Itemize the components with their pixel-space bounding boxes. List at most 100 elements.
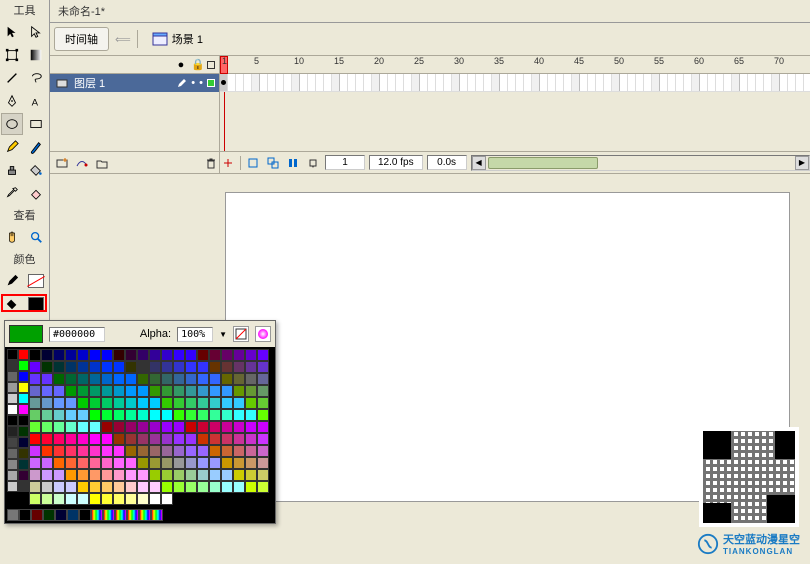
lock-icon[interactable]: 🔒 [191, 58, 203, 71]
swatch[interactable] [101, 397, 113, 409]
swatch[interactable] [221, 481, 233, 493]
swatch[interactable] [173, 373, 185, 385]
swatch[interactable] [185, 421, 197, 433]
swatch[interactable] [161, 373, 173, 385]
swatch[interactable] [197, 349, 209, 361]
swatch[interactable] [137, 421, 149, 433]
swatch[interactable] [7, 393, 18, 404]
swatch[interactable] [53, 445, 65, 457]
swatch[interactable] [245, 445, 257, 457]
frame-cell[interactable] [404, 74, 412, 91]
swatch[interactable] [161, 397, 173, 409]
delete-layer-btn[interactable] [203, 155, 219, 171]
frame-cell[interactable] [484, 74, 492, 91]
swatch[interactable] [65, 445, 77, 457]
frame-cell[interactable] [788, 74, 796, 91]
swatch[interactable] [53, 349, 65, 361]
swatch[interactable] [7, 426, 18, 437]
swatch[interactable] [77, 361, 89, 373]
alpha-input[interactable] [177, 327, 213, 342]
custom-swatch[interactable] [139, 509, 151, 521]
swatch[interactable] [18, 459, 29, 470]
frame-cell[interactable] [356, 74, 364, 91]
timeline-button[interactable]: 时间轴 [54, 27, 109, 51]
swatch[interactable] [89, 433, 101, 445]
swatch[interactable] [185, 361, 197, 373]
subselection-tool[interactable] [25, 21, 47, 43]
swatch[interactable] [185, 385, 197, 397]
swatch[interactable] [149, 445, 161, 457]
swatch[interactable] [125, 349, 137, 361]
frame-cell[interactable] [588, 74, 596, 91]
swatch[interactable] [257, 361, 269, 373]
onion-skin-outline-btn[interactable] [265, 155, 281, 171]
frame-cell[interactable] [700, 74, 708, 91]
swatch[interactable] [137, 349, 149, 361]
custom-swatch[interactable] [127, 509, 139, 521]
swatch[interactable] [185, 433, 197, 445]
swatch[interactable] [101, 457, 113, 469]
frame-cell[interactable] [252, 74, 260, 91]
swatch[interactable] [197, 385, 209, 397]
swatch[interactable] [257, 397, 269, 409]
swatch[interactable] [18, 470, 29, 481]
frame-cell[interactable] [324, 74, 332, 91]
swatch[interactable] [209, 433, 221, 445]
frame-cell[interactable] [636, 74, 644, 91]
swatch[interactable] [53, 421, 65, 433]
swatch[interactable] [41, 409, 53, 421]
swatch[interactable] [221, 421, 233, 433]
swatch[interactable] [113, 361, 125, 373]
swatch[interactable] [173, 445, 185, 457]
swatch[interactable] [197, 373, 209, 385]
swatch[interactable] [18, 426, 29, 437]
swatch[interactable] [101, 445, 113, 457]
custom-swatch[interactable] [7, 509, 19, 521]
swatch[interactable] [77, 445, 89, 457]
swatch[interactable] [7, 459, 18, 470]
swatch[interactable] [161, 361, 173, 373]
frame-cell[interactable] [508, 74, 516, 91]
swatch[interactable] [7, 448, 18, 459]
fill-color-tool[interactable] [1, 293, 23, 315]
swatch[interactable] [137, 409, 149, 421]
swatch[interactable] [161, 409, 173, 421]
swatch[interactable] [29, 481, 41, 493]
swatch[interactable] [65, 481, 77, 493]
swatch[interactable] [113, 409, 125, 421]
frame-cell[interactable] [564, 74, 572, 91]
swatch[interactable] [41, 373, 53, 385]
frame-cell[interactable] [236, 74, 244, 91]
frame-cell[interactable] [668, 74, 676, 91]
swatch[interactable] [221, 397, 233, 409]
swatch[interactable] [209, 469, 221, 481]
frame-cell[interactable] [716, 74, 724, 91]
frame-cell[interactable] [676, 74, 684, 91]
swatch[interactable] [149, 481, 161, 493]
frame-cell[interactable] [596, 74, 604, 91]
swatch[interactable] [101, 433, 113, 445]
frame-cell[interactable] [348, 74, 356, 91]
swatch[interactable] [7, 437, 18, 448]
fill-color-swatch[interactable] [25, 293, 47, 315]
scroll-left-arrow[interactable]: ◀ [472, 156, 486, 170]
swatch[interactable] [65, 361, 77, 373]
swatch[interactable] [197, 421, 209, 433]
edit-multiple-frames-btn[interactable] [285, 155, 301, 171]
swatch[interactable] [173, 469, 185, 481]
swatch[interactable] [41, 361, 53, 373]
lasso-tool[interactable] [25, 67, 47, 89]
swatch[interactable] [65, 421, 77, 433]
swatch[interactable] [173, 481, 185, 493]
swatch[interactable] [125, 469, 137, 481]
frame-cell[interactable] [308, 74, 316, 91]
swatch[interactable] [185, 349, 197, 361]
frame-cell[interactable] [284, 74, 292, 91]
frame-cell[interactable] [572, 74, 580, 91]
custom-swatch[interactable] [79, 509, 91, 521]
swatch[interactable] [137, 385, 149, 397]
swatch[interactable] [137, 469, 149, 481]
swatch[interactable] [197, 469, 209, 481]
swatch[interactable] [149, 409, 161, 421]
swatch[interactable] [233, 349, 245, 361]
